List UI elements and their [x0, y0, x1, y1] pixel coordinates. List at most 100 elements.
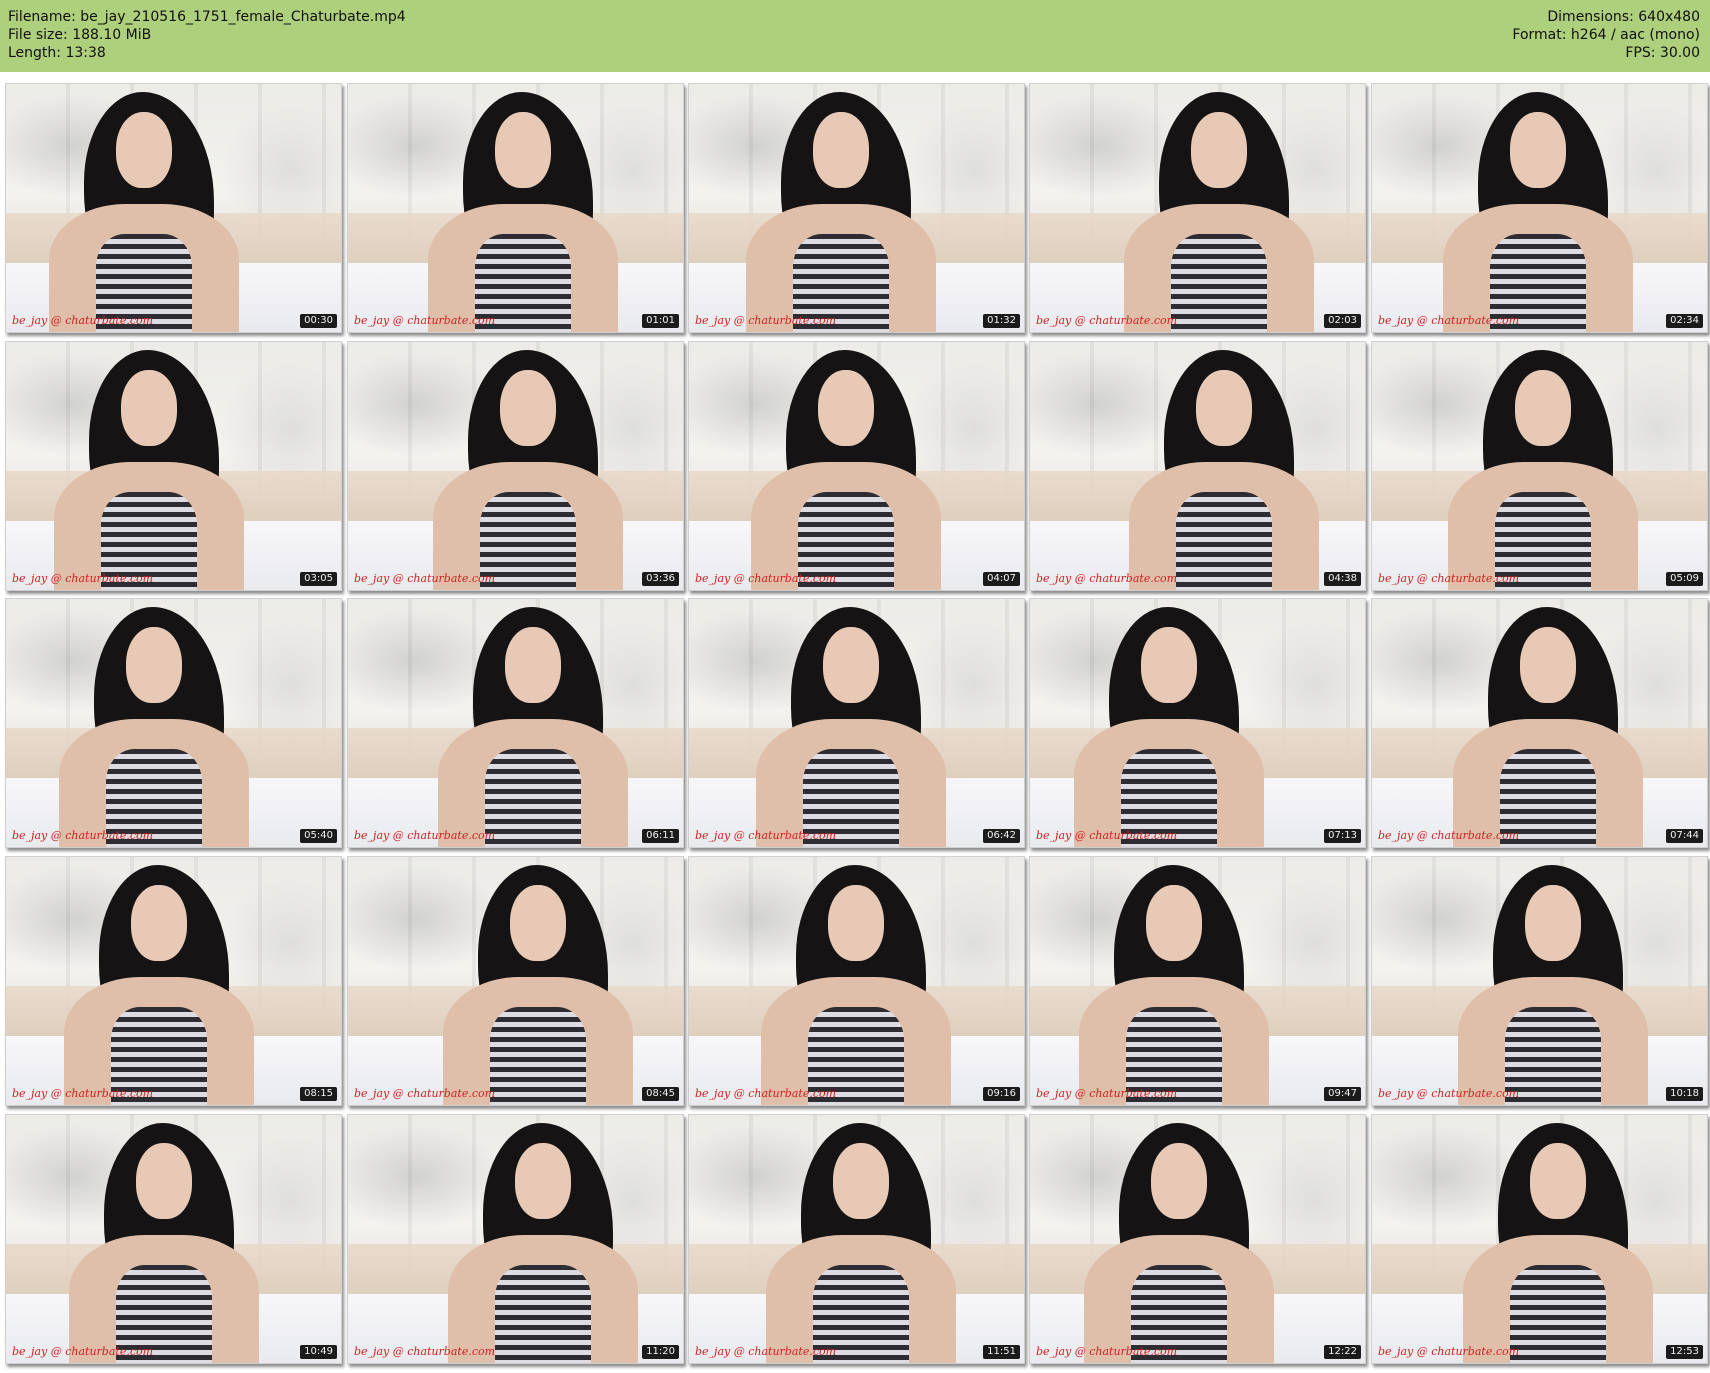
- watermark-text: be_jay @ chaturbate.com: [12, 572, 154, 585]
- video-thumbnail[interactable]: be_jay @ chaturbate.com 05:09: [1371, 341, 1708, 591]
- timestamp-label: 12:22: [1324, 1345, 1361, 1359]
- watermark-text: be_jay @ chaturbate.com: [354, 1345, 496, 1358]
- video-thumbnail[interactable]: be_jay @ chaturbate.com 11:51: [688, 1114, 1025, 1364]
- watermark-text: be_jay @ chaturbate.com: [12, 1087, 154, 1100]
- video-thumbnail[interactable]: be_jay @ chaturbate.com 04:07: [688, 341, 1025, 591]
- video-thumbnail[interactable]: be_jay @ chaturbate.com 08:15: [5, 856, 342, 1106]
- striped-top: [1171, 234, 1267, 332]
- watermark-text: be_jay @ chaturbate.com: [354, 829, 496, 842]
- watermark-text: be_jay @ chaturbate.com: [12, 1345, 154, 1358]
- watermark-text: be_jay @ chaturbate.com: [695, 1345, 837, 1358]
- watermark-text: be_jay @ chaturbate.com: [1036, 314, 1178, 327]
- watermark-text: be_jay @ chaturbate.com: [12, 314, 154, 327]
- video-thumbnail[interactable]: be_jay @ chaturbate.com 11:20: [347, 1114, 684, 1364]
- figure-face: [121, 370, 177, 446]
- filename-text: Filename: be_jay_210516_1751_female_Chat…: [8, 9, 406, 25]
- timestamp-label: 03:36: [642, 572, 679, 586]
- watermark-text: be_jay @ chaturbate.com: [1036, 1087, 1178, 1100]
- watermark-text: be_jay @ chaturbate.com: [354, 1087, 496, 1100]
- video-thumbnail[interactable]: be_jay @ chaturbate.com 10:18: [1371, 856, 1708, 1106]
- striped-top: [495, 1265, 591, 1363]
- video-thumbnail[interactable]: be_jay @ chaturbate.com 05:40: [5, 598, 342, 848]
- striped-top: [1510, 1265, 1606, 1363]
- file-info-left: Filename: be_jay_210516_1751_female_Chat…: [8, 8, 406, 62]
- watermark-text: be_jay @ chaturbate.com: [695, 829, 837, 842]
- fps-text: FPS: 30.00: [1625, 45, 1700, 61]
- length-text: Length: 13:38: [8, 45, 106, 61]
- video-thumbnail[interactable]: be_jay @ chaturbate.com 00:30: [5, 83, 342, 333]
- timestamp-label: 06:42: [983, 829, 1020, 843]
- video-thumbnail[interactable]: be_jay @ chaturbate.com 07:13: [1029, 598, 1366, 848]
- timestamp-label: 11:20: [642, 1345, 679, 1359]
- figure-face: [1191, 112, 1247, 188]
- video-thumbnail[interactable]: be_jay @ chaturbate.com 10:49: [5, 1114, 342, 1364]
- timestamp-label: 07:13: [1324, 829, 1361, 843]
- figure-face: [1515, 370, 1571, 446]
- watermark-text: be_jay @ chaturbate.com: [1036, 572, 1178, 585]
- watermark-text: be_jay @ chaturbate.com: [695, 1087, 837, 1100]
- watermark-text: be_jay @ chaturbate.com: [1378, 829, 1520, 842]
- video-thumbnail[interactable]: be_jay @ chaturbate.com 08:45: [347, 856, 684, 1106]
- video-thumbnail[interactable]: be_jay @ chaturbate.com 01:01: [347, 83, 684, 333]
- video-thumbnail[interactable]: be_jay @ chaturbate.com 06:11: [347, 598, 684, 848]
- timestamp-label: 09:16: [983, 1087, 1020, 1101]
- video-thumbnail[interactable]: be_jay @ chaturbate.com 07:44: [1371, 598, 1708, 848]
- filesize-text: File size: 188.10 MiB: [8, 27, 152, 43]
- watermark-text: be_jay @ chaturbate.com: [695, 314, 837, 327]
- watermark-text: be_jay @ chaturbate.com: [1036, 1345, 1178, 1358]
- figure-face: [1196, 370, 1252, 446]
- watermark-text: be_jay @ chaturbate.com: [354, 572, 496, 585]
- timestamp-label: 06:11: [642, 829, 679, 843]
- video-thumbnail[interactable]: be_jay @ chaturbate.com 06:42: [688, 598, 1025, 848]
- video-thumbnail[interactable]: be_jay @ chaturbate.com 03:05: [5, 341, 342, 591]
- timestamp-label: 04:38: [1324, 572, 1361, 586]
- timestamp-label: 08:15: [300, 1087, 337, 1101]
- watermark-text: be_jay @ chaturbate.com: [1378, 1087, 1520, 1100]
- file-info-right: Dimensions: 640x480 Format: h264 / aac (…: [1512, 8, 1700, 62]
- info-header: Filename: be_jay_210516_1751_female_Chat…: [0, 0, 1710, 72]
- striped-top: [485, 749, 581, 847]
- video-thumbnail[interactable]: be_jay @ chaturbate.com 09:16: [688, 856, 1025, 1106]
- timestamp-label: 03:05: [300, 572, 337, 586]
- timestamp-label: 02:03: [1324, 314, 1361, 328]
- watermark-text: be_jay @ chaturbate.com: [354, 314, 496, 327]
- video-thumbnail[interactable]: be_jay @ chaturbate.com 12:53: [1371, 1114, 1708, 1364]
- figure-face: [495, 112, 551, 188]
- timestamp-label: 08:45: [642, 1087, 679, 1101]
- timestamp-label: 10:49: [300, 1345, 337, 1359]
- timestamp-label: 11:51: [983, 1345, 1020, 1359]
- video-thumbnail[interactable]: be_jay @ chaturbate.com 01:32: [688, 83, 1025, 333]
- video-thumbnail[interactable]: be_jay @ chaturbate.com 02:34: [1371, 83, 1708, 333]
- timestamp-label: 10:18: [1666, 1087, 1703, 1101]
- timestamp-label: 00:30: [300, 314, 337, 328]
- watermark-text: be_jay @ chaturbate.com: [1378, 572, 1520, 585]
- striped-top: [1505, 1007, 1601, 1105]
- timestamp-label: 04:07: [983, 572, 1020, 586]
- figure-face: [116, 112, 172, 188]
- timestamp-label: 05:40: [300, 829, 337, 843]
- figure-face: [828, 885, 884, 961]
- timestamp-label: 02:34: [1666, 314, 1703, 328]
- timestamp-label: 09:47: [1324, 1087, 1361, 1101]
- figure-face: [1530, 1143, 1586, 1219]
- figure-face: [1520, 627, 1576, 703]
- video-thumbnail[interactable]: be_jay @ chaturbate.com 03:36: [347, 341, 684, 591]
- video-thumbnail[interactable]: be_jay @ chaturbate.com 04:38: [1029, 341, 1366, 591]
- watermark-text: be_jay @ chaturbate.com: [12, 829, 154, 842]
- thumbnail-grid: be_jay @ chaturbate.com 00:30 be_jay @ cha…: [0, 78, 1710, 1373]
- video-thumbnail[interactable]: be_jay @ chaturbate.com 02:03: [1029, 83, 1366, 333]
- figure-face: [833, 1143, 889, 1219]
- figure-face: [818, 370, 874, 446]
- video-thumbnail[interactable]: be_jay @ chaturbate.com 12:22: [1029, 1114, 1366, 1364]
- figure-face: [131, 885, 187, 961]
- striped-top: [490, 1007, 586, 1105]
- figure-face: [126, 627, 182, 703]
- timestamp-label: 07:44: [1666, 829, 1703, 843]
- timestamp-label: 05:09: [1666, 572, 1703, 586]
- video-thumbnail[interactable]: be_jay @ chaturbate.com 09:47: [1029, 856, 1366, 1106]
- figure-face: [1151, 1143, 1207, 1219]
- figure-face: [813, 112, 869, 188]
- figure-face: [1141, 627, 1197, 703]
- figure-face: [1525, 885, 1581, 961]
- timestamp-label: 01:32: [983, 314, 1020, 328]
